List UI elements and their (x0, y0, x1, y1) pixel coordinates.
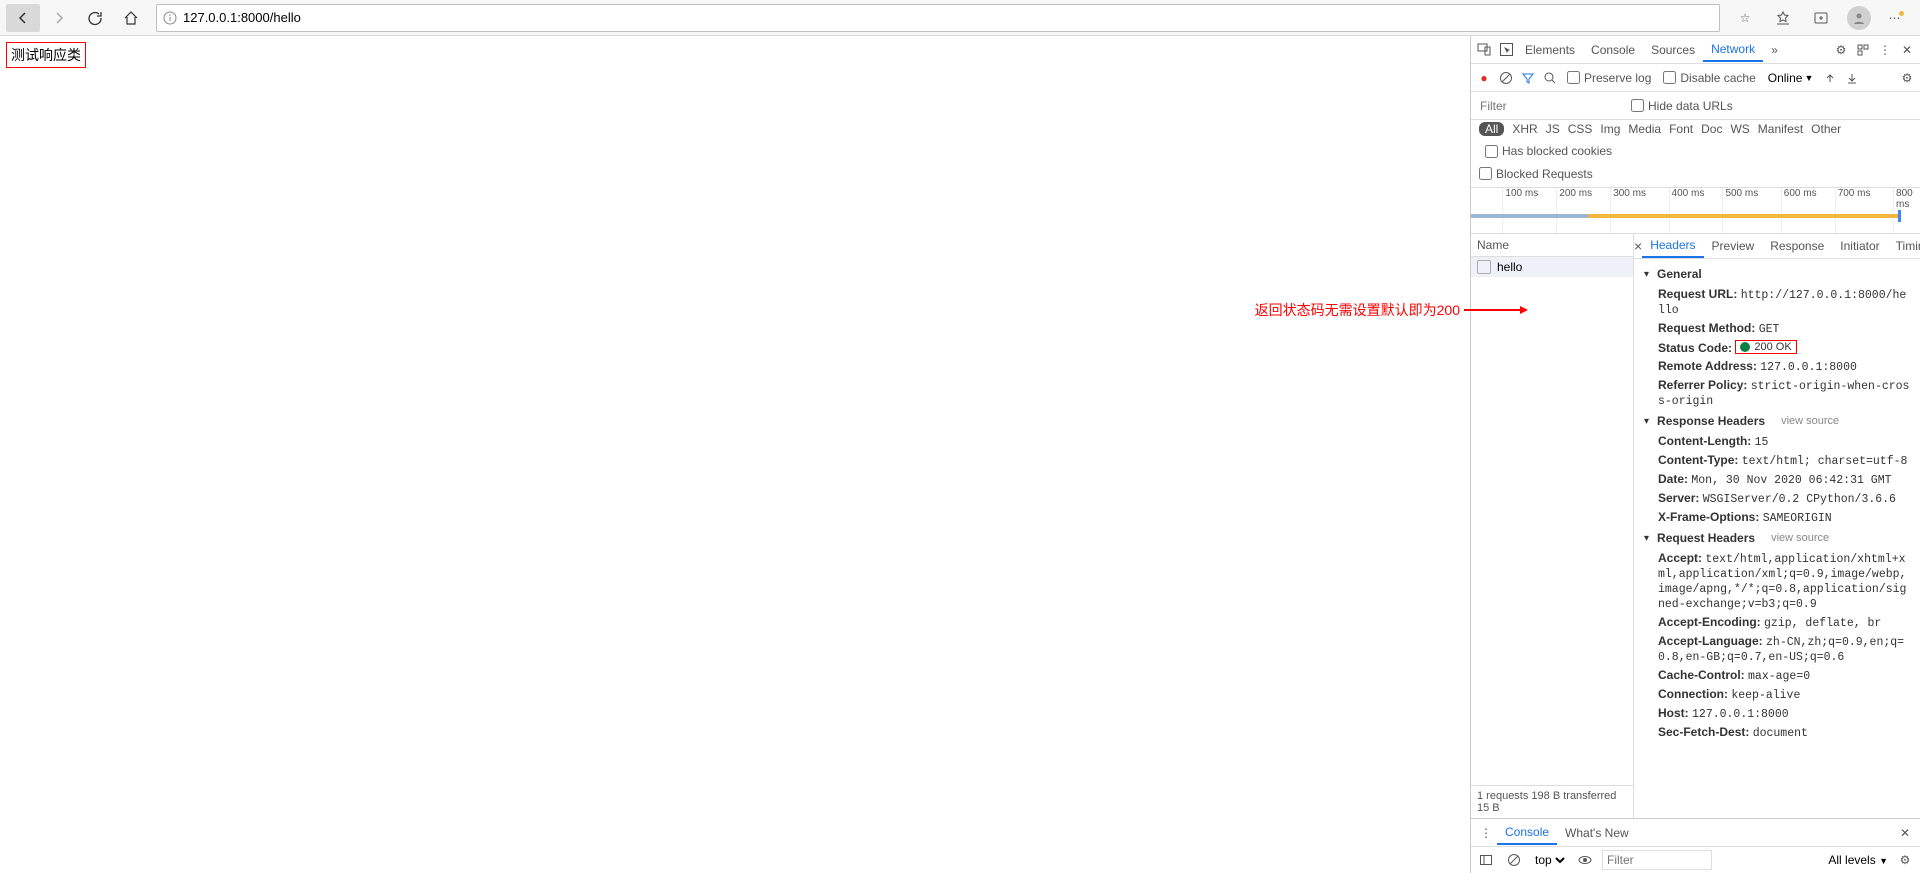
upload-har-icon[interactable] (1819, 67, 1841, 89)
page-content: 测试响应类 返回状态码无需设置默认即为200 (0, 36, 1470, 873)
dock-menu-icon[interactable]: ⋮ (1874, 39, 1896, 61)
throttling-select[interactable]: Online ▼ (1762, 71, 1820, 85)
request-list-header[interactable]: Name (1471, 234, 1633, 257)
tab-sources[interactable]: Sources (1643, 39, 1703, 61)
network-settings-icon[interactable]: ⚙ (1896, 67, 1918, 89)
chip-media[interactable]: Media (1628, 122, 1661, 136)
blocked-cookies-checkbox[interactable]: Has blocked cookies (1479, 144, 1618, 158)
request-row[interactable]: hello (1471, 257, 1633, 277)
drawer-tab-whatsnew[interactable]: What's New (1557, 822, 1637, 844)
annotation-text: 返回状态码无需设置默认即为200 (1255, 300, 1460, 320)
collections-icon[interactable] (1804, 4, 1838, 32)
drawer-menu-icon[interactable]: ⋮ (1475, 822, 1497, 844)
chip-all[interactable]: All (1479, 122, 1504, 136)
detail-tab-headers[interactable]: Headers (1642, 234, 1703, 258)
detail-close-icon[interactable]: × (1634, 238, 1642, 254)
more-icon[interactable]: ⋯ (1880, 4, 1914, 32)
section-request-headers[interactable]: Request Headersview source (1644, 527, 1910, 549)
chip-css[interactable]: CSS (1568, 122, 1593, 136)
chip-ws[interactable]: WS (1730, 122, 1749, 136)
preserve-log-checkbox[interactable]: Preserve log (1561, 71, 1657, 85)
download-har-icon[interactable] (1841, 67, 1863, 89)
tab-overflow[interactable]: » (1763, 39, 1786, 61)
network-filter-input[interactable] (1475, 96, 1615, 116)
url-input[interactable] (183, 10, 1713, 25)
customize-icon[interactable] (1852, 39, 1874, 61)
forward-button[interactable] (42, 4, 76, 32)
live-expr-icon[interactable] (1574, 849, 1596, 871)
refresh-button[interactable] (78, 4, 112, 32)
favorites-bar-icon[interactable] (1766, 4, 1800, 32)
address-bar[interactable] (156, 4, 1720, 32)
info-icon (163, 11, 177, 25)
clear-icon[interactable] (1495, 67, 1517, 89)
log-levels-select[interactable]: All levels ▼ (1828, 853, 1888, 867)
chip-img[interactable]: Img (1600, 122, 1620, 136)
status-dot-icon (1740, 342, 1750, 352)
disable-cache-checkbox[interactable]: Disable cache (1657, 71, 1761, 85)
annotation-arrow (1464, 309, 1524, 311)
tab-elements[interactable]: Elements (1517, 39, 1583, 61)
view-source-response[interactable]: view source (1781, 415, 1839, 427)
chip-manifest[interactable]: Manifest (1758, 122, 1803, 136)
browser-nav-bar: ☆ ⋯ (0, 0, 1920, 36)
chip-doc[interactable]: Doc (1701, 122, 1722, 136)
chip-js[interactable]: JS (1546, 122, 1560, 136)
console-settings-icon[interactable]: ⚙ (1894, 849, 1916, 871)
filter-toggle-icon[interactable] (1517, 67, 1539, 89)
blocked-requests-checkbox[interactable]: Blocked Requests (1473, 167, 1599, 181)
chip-font[interactable]: Font (1669, 122, 1693, 136)
hide-data-urls-checkbox[interactable]: Hide data URLs (1625, 99, 1739, 113)
device-toggle-icon[interactable] (1473, 39, 1495, 61)
console-filter-input[interactable] (1602, 850, 1712, 870)
chip-other[interactable]: Other (1811, 122, 1841, 136)
home-button[interactable] (114, 4, 148, 32)
favorite-icon[interactable]: ☆ (1728, 4, 1762, 32)
waterfall-timeline[interactable]: 100 ms 200 ms 300 ms 400 ms 500 ms 600 m… (1471, 188, 1920, 234)
console-sidebar-icon[interactable] (1475, 849, 1497, 871)
console-clear-icon[interactable] (1503, 849, 1525, 871)
settings-gear-icon[interactable]: ⚙ (1830, 39, 1852, 61)
detail-tab-timing[interactable]: Timing (1888, 235, 1920, 257)
chip-xhr[interactable]: XHR (1512, 122, 1537, 136)
record-icon[interactable]: ● (1473, 67, 1495, 89)
detail-tab-initiator[interactable]: Initiator (1832, 235, 1887, 257)
file-icon (1477, 260, 1491, 274)
section-general[interactable]: General (1644, 263, 1910, 285)
page-body-text: 测试响应类 (6, 42, 86, 68)
tab-console[interactable]: Console (1583, 39, 1643, 61)
drawer-tab-console[interactable]: Console (1497, 821, 1557, 845)
context-select[interactable]: top (1531, 852, 1568, 868)
status-code-badge: 200 OK (1735, 340, 1796, 354)
profile-avatar[interactable] (1842, 4, 1876, 32)
tab-network[interactable]: Network (1703, 38, 1763, 62)
devtools-close-icon[interactable]: ✕ (1896, 39, 1918, 61)
request-summary: 1 requests 198 B transferred 15 B (1471, 785, 1633, 818)
view-source-request[interactable]: view source (1771, 532, 1829, 544)
back-button[interactable] (6, 4, 40, 32)
inspect-icon[interactable] (1495, 39, 1517, 61)
section-response-headers[interactable]: Response Headersview source (1644, 410, 1910, 432)
detail-tab-preview[interactable]: Preview (1704, 235, 1763, 257)
drawer-close-icon[interactable]: ✕ (1894, 822, 1916, 844)
detail-tab-response[interactable]: Response (1762, 235, 1832, 257)
search-icon[interactable] (1539, 67, 1561, 89)
devtools-panel: Elements Console Sources Network » ⚙ ⋮ ✕… (1470, 36, 1920, 873)
